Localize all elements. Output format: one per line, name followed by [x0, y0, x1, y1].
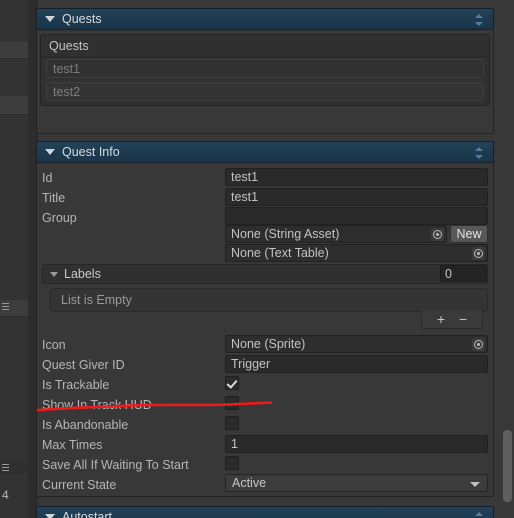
vertical-scrollbar-thumb[interactable]: [503, 430, 512, 502]
field-max-times[interactable]: 1: [225, 435, 488, 453]
label-is-abandonable: Is Abandonable: [42, 418, 129, 432]
section-header-autostart[interactable]: Autostart: [36, 506, 494, 518]
field-title[interactable]: test1: [225, 188, 488, 206]
field-group[interactable]: [225, 207, 488, 225]
field-quest-giver-id-value: Trigger: [231, 357, 271, 371]
field-text-table-value: None (Text Table): [231, 246, 329, 260]
checkbox-save-all-if-waiting-to-start[interactable]: [225, 456, 239, 470]
add-label-button[interactable]: +: [437, 312, 445, 326]
quests-list-header-label: Quests: [49, 38, 89, 53]
object-picker-icon[interactable]: [431, 228, 444, 241]
dropdown-current-state[interactable]: Active: [225, 474, 488, 492]
section-header-quests[interactable]: Quests: [36, 8, 494, 30]
unity-inspector-window: 4 Quests Quests test1 test2 Quest Info I…: [0, 0, 514, 518]
list-item[interactable]: test2: [46, 82, 484, 101]
label-is-trackable: Is Trackable: [42, 378, 110, 392]
labels-list-footer: + −: [421, 310, 483, 329]
field-icon[interactable]: None (Sprite): [225, 335, 488, 353]
field-id[interactable]: test1: [225, 168, 488, 186]
section-title-quests: Quests: [62, 12, 102, 26]
drag-handle-icon[interactable]: [2, 301, 9, 312]
dropdown-current-state-value: Active: [232, 476, 267, 490]
label-icon: Icon: [42, 338, 66, 352]
checkbox-show-in-track-hud[interactable]: [225, 396, 239, 410]
list-item-label: test2: [53, 84, 81, 99]
object-picker-icon[interactable]: [472, 338, 485, 351]
field-string-asset[interactable]: None (String Asset): [225, 225, 447, 243]
field-max-times-value: 1: [231, 437, 238, 451]
foldout-triangle-icon[interactable]: [45, 149, 55, 155]
field-icon-value: None (Sprite): [231, 337, 306, 351]
field-string-asset-value: None (String Asset): [231, 227, 340, 241]
label-title: Title: [42, 191, 66, 205]
label-max-times: Max Times: [42, 438, 103, 452]
label-group: Group: [42, 211, 77, 225]
sort-updown-icon[interactable]: [475, 147, 485, 159]
label-id: Id: [42, 171, 53, 185]
new-button-label: New: [456, 227, 482, 241]
list-item-label: test1: [53, 61, 81, 76]
sort-updown-icon[interactable]: [475, 14, 485, 26]
labels-size-field[interactable]: 0: [440, 265, 487, 282]
list-item[interactable]: test1: [46, 59, 484, 78]
label-save-all-if-waiting-to-start: Save All If Waiting To Start: [42, 458, 189, 472]
labels-title: Labels: [64, 267, 101, 281]
object-picker-icon[interactable]: [472, 247, 485, 260]
checkbox-is-trackable[interactable]: [225, 376, 239, 390]
field-title-value: test1: [231, 190, 259, 204]
foldout-triangle-icon[interactable]: [45, 514, 55, 518]
label-quest-giver-id: Quest Giver ID: [42, 358, 125, 372]
labels-empty-list-box: List is Empty: [50, 288, 488, 312]
left-neighbour-panel: 4: [0, 0, 28, 518]
labels-empty-text: List is Empty: [61, 293, 132, 307]
remove-label-button[interactable]: −: [459, 312, 467, 326]
section-header-quest-info[interactable]: Quest Info: [36, 141, 494, 163]
new-string-asset-button[interactable]: New: [450, 225, 488, 243]
quests-reorderable-list: Quests test1 test2: [40, 34, 490, 106]
checkbox-is-abandonable[interactable]: [225, 416, 239, 430]
labels-size-value: 0: [445, 266, 452, 281]
section-title-autostart: Autostart: [62, 510, 113, 518]
foldout-triangle-icon[interactable]: [45, 16, 55, 22]
sort-updown-icon[interactable]: [475, 512, 485, 518]
field-quest-giver-id[interactable]: Trigger: [225, 355, 488, 373]
drag-handle-icon-2[interactable]: [2, 462, 9, 473]
labels-foldout-header[interactable]: Labels: [42, 264, 488, 284]
foldout-triangle-icon[interactable]: [50, 271, 58, 277]
section-title-quest-info: Quest Info: [62, 145, 120, 159]
quests-list-header: Quests: [41, 35, 489, 57]
clipped-row-number: 4: [2, 488, 9, 502]
field-text-table[interactable]: None (Text Table): [225, 244, 488, 262]
vertical-scrollbar-track[interactable]: [501, 0, 514, 518]
chevron-down-icon[interactable]: [470, 482, 480, 487]
field-id-value: test1: [231, 170, 259, 184]
label-current-state: Current State: [42, 478, 117, 492]
label-show-in-track-hud: Show In Track HUD: [42, 398, 152, 412]
